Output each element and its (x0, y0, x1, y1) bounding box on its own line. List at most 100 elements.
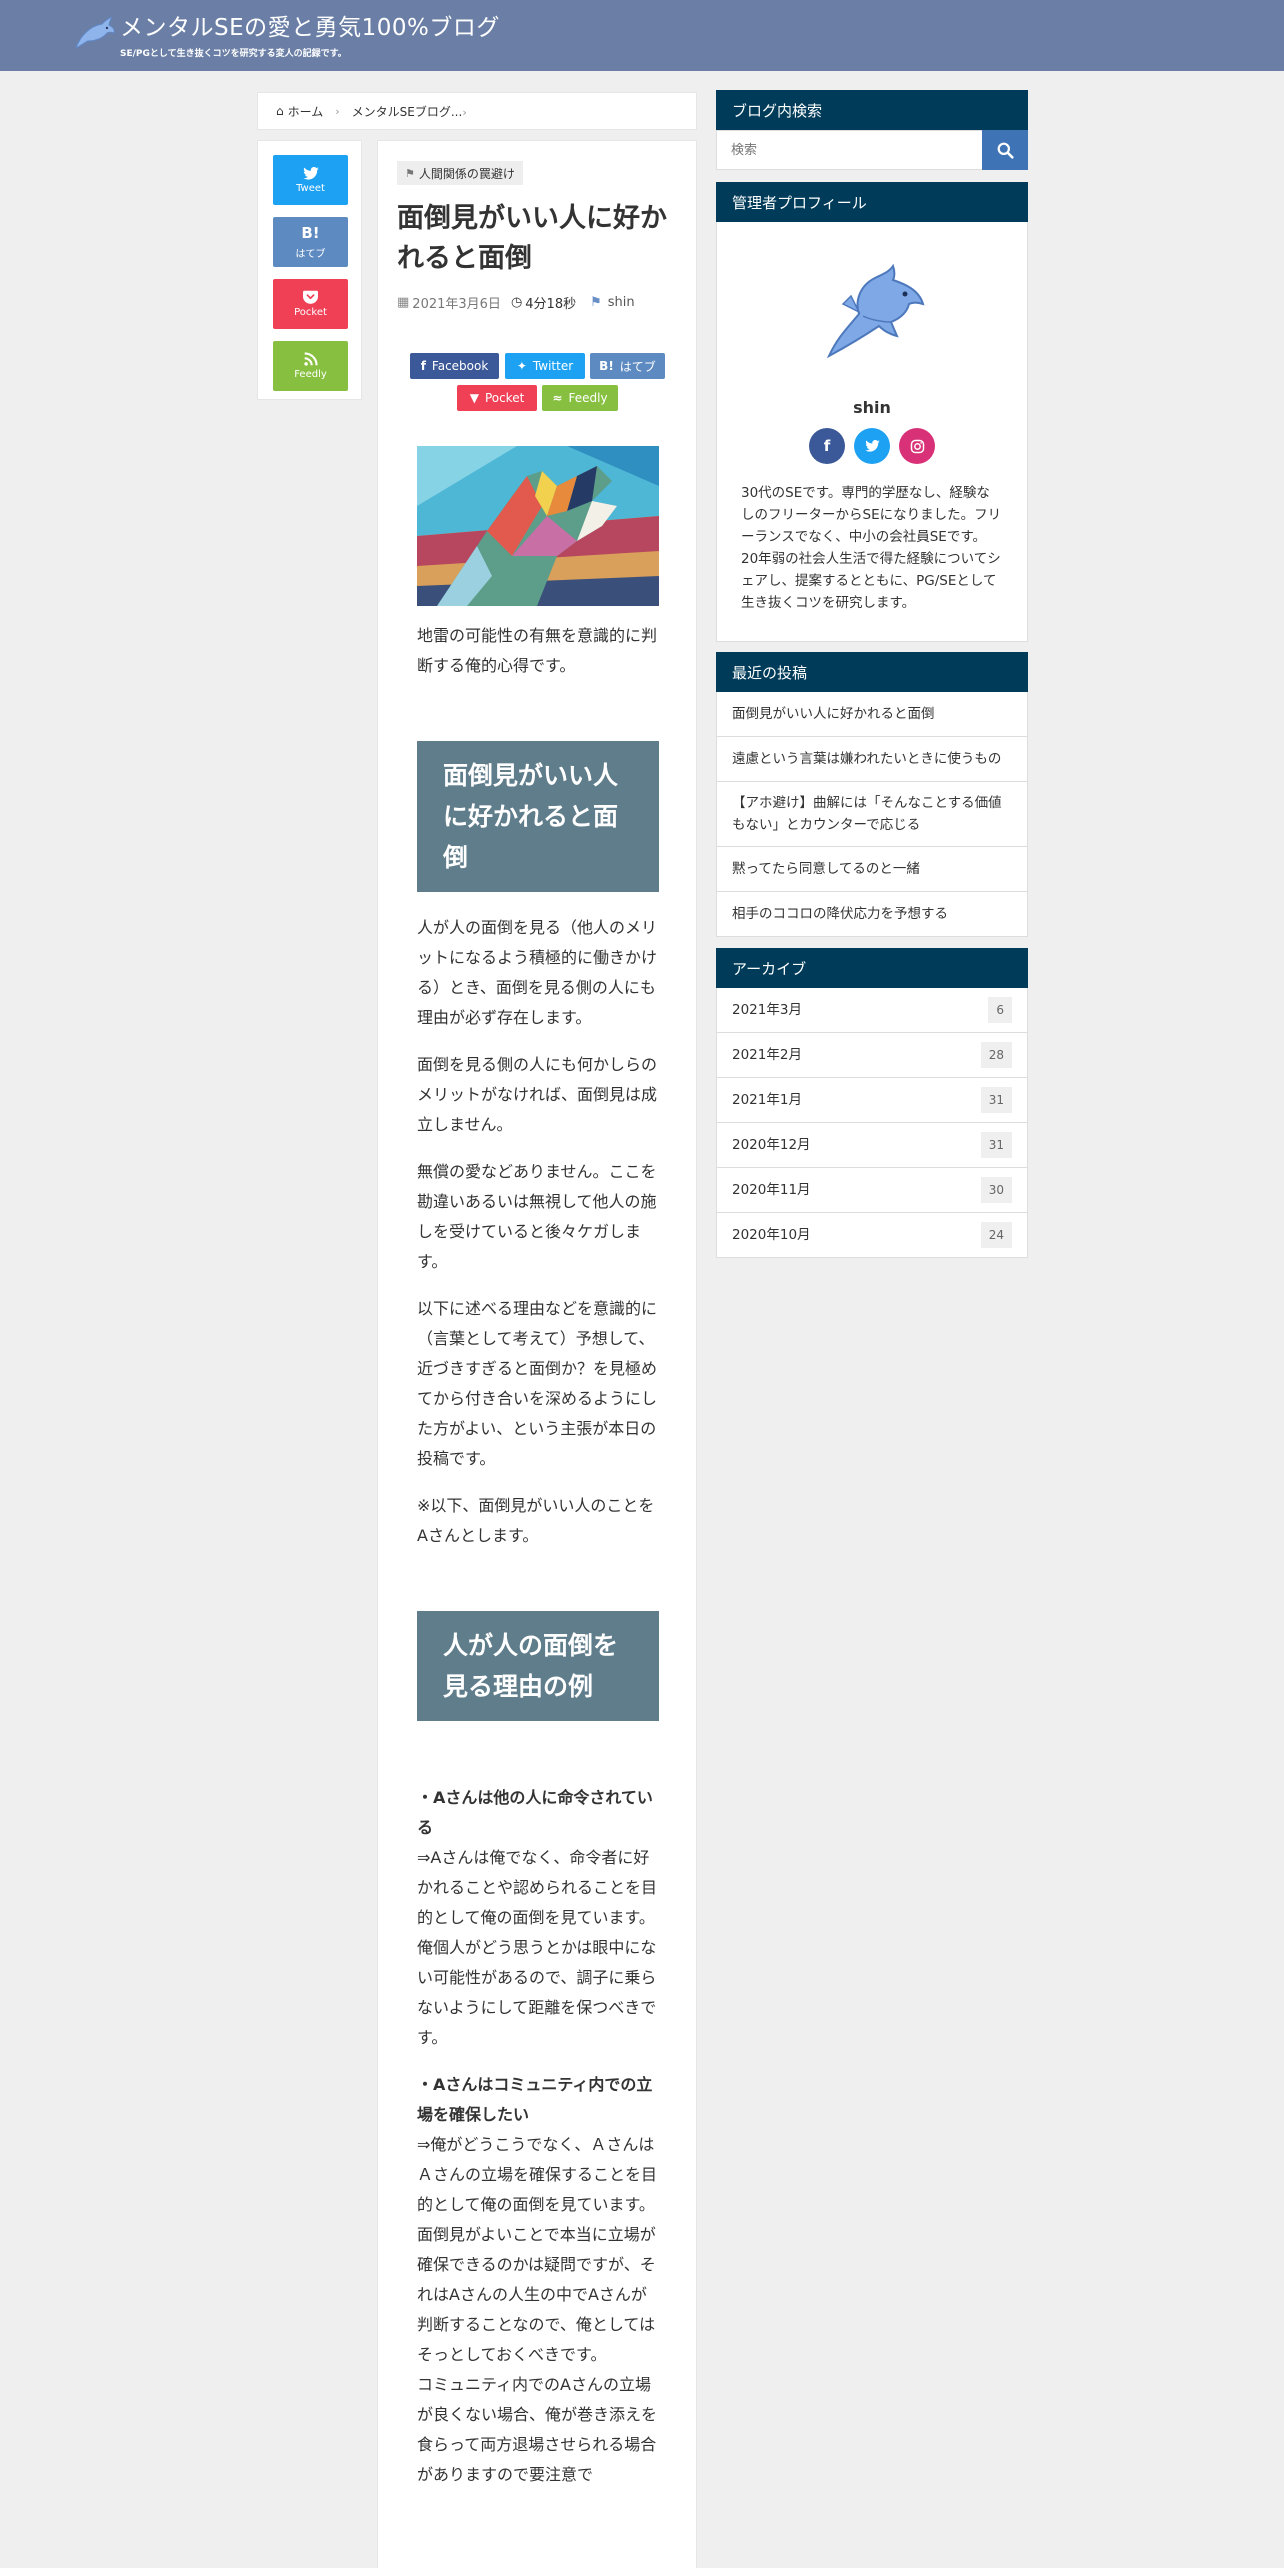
tweet-label: Tweet (296, 182, 325, 194)
search-widget: ブログ内検索 (716, 90, 1028, 172)
recent-post-item[interactable]: 面倒見がいい人に好かれると面倒 (717, 692, 1027, 737)
archive-item[interactable]: 2021年3月 6 (717, 988, 1027, 1033)
reason-text: 俺個人がどう思うとかは眼中にない可能性があるので、調子に乗らないようにして距離を… (417, 1938, 657, 2047)
archive-count: 6 (988, 997, 1012, 1023)
search-input[interactable] (717, 131, 982, 169)
archive-count: 28 (980, 1042, 1012, 1068)
twitter-link[interactable] (854, 428, 890, 464)
site-logo[interactable]: メンタルSEの愛と勇気100%ブログ SE/PGとして生き抜くコツを研究する変人… (72, 14, 500, 59)
breadcrumb-current: メンタルSEブログ...› (351, 104, 467, 119)
archive-label: 2021年2月 (732, 1047, 802, 1063)
twitter-icon: ✦ (516, 359, 527, 373)
recent-post-item[interactable]: 遠慮という言葉は嫌われたいときに使うもの (717, 737, 1027, 782)
share-sidebar: Tweet B! はてブ Pocket Feedly (257, 140, 362, 400)
pocket-label: Pocket (294, 307, 327, 318)
facebook-icon: f (823, 437, 831, 455)
recent-posts-list: 面倒見がいい人に好かれると面倒 遠慮という言葉は嫌われたいときに使うもの 【アホ… (716, 692, 1028, 937)
search-button[interactable] (982, 130, 1028, 170)
author-flag-icon: ⚑ (590, 295, 602, 310)
archive-item[interactable]: 2020年11月 30 (717, 1168, 1027, 1213)
recent-post-item[interactable]: 黙ってたら同意してるのと一緒 (717, 847, 1027, 892)
dolphin-logo-icon (75, 16, 115, 49)
breadcrumb: ⌂ ホーム › メンタルSEブログ...› (257, 92, 697, 130)
clock-icon: ◷ (510, 295, 523, 310)
pocket-icon (303, 290, 318, 304)
profile-name: shin (853, 398, 891, 417)
article: ⚑ 人間関係の罠避け 面倒見がいい人に好かれると面倒 ▦ 2021年3月6日 ◷ 4… (377, 140, 697, 2568)
hatebu-icon: B! (301, 224, 320, 242)
article-title: 面倒見がいい人に好かれると面倒 (397, 203, 667, 274)
reason-text: ⇒俺がどうこうでなく、ＡさんはＡさんの立場を確保することを目的として俺の面倒を見… (417, 2135, 658, 2214)
paragraph: 面倒を見る側の人にも何かしらのメリットがなければ、面倒見は成立しません。 (417, 1055, 658, 1134)
recent-post-item[interactable]: 相手のココロの降伏応力を予想する (717, 892, 1027, 937)
article-body-1: 人が人の面倒を見る（他人のメリットになるよう積極的に働きかける）とき、面倒を見る… (417, 913, 662, 1568)
archive-item[interactable]: 2021年1月 31 (717, 1078, 1027, 1123)
feedly-label: Feedly (294, 369, 327, 380)
home-icon: ⌂ (276, 104, 284, 118)
hatebu-icon: B! (599, 359, 614, 373)
article-meta: ▦ 2021年3月6日 ◷ 4分18秒 ⚑ shin (397, 293, 687, 312)
section-heading-1: 面倒見がいい人に好かれると面倒 (417, 741, 659, 892)
twitter-share-button[interactable]: ✦ Twitter (505, 353, 585, 379)
reason-text: ⇒Aさんは俺でなく、命令者に好かれることや認められることを目的として俺の面倒を見… (417, 1848, 658, 1927)
archive-item[interactable]: 2020年12月 31 (717, 1123, 1027, 1168)
hatebu-share-button[interactable]: B! はてブ (590, 353, 665, 379)
archive-count: 30 (980, 1177, 1012, 1203)
instagram-link[interactable] (899, 428, 935, 464)
reason-1: ・Aさんは他の人に命令されている ⇒Aさんは俺でなく、命令者に好かれることや認め… (417, 1783, 662, 2053)
twitter-icon (302, 166, 319, 180)
hatebu-button[interactable]: B! はてブ (273, 217, 348, 267)
calendar-icon: ▦ (397, 295, 410, 310)
eyecatch-image (417, 446, 659, 606)
rss-icon: ≈ (552, 391, 563, 405)
section-heading-2: 人が人の面倒を見る理由の例 (417, 1611, 659, 1721)
archive-widget: アーカイブ 2021年3月 6 2021年2月 28 2021年1月 31 2020年… (716, 948, 1028, 1258)
read-time: ◷ 4分18秒 (510, 295, 577, 312)
tag-icon: ⚑ (405, 166, 415, 180)
feedly-button[interactable]: Feedly (273, 341, 348, 391)
reason-text: コミュニティ内でのAさんの立場が良くない場合、俺が巻き添えを食らって両方退場させ… (417, 2375, 658, 2484)
archive-count: 31 (980, 1087, 1012, 1113)
recent-post-item[interactable]: 【アホ避け】曲解には「そんなことする価値もない」とカウンターで応じる (717, 782, 1027, 847)
breadcrumb-separator: › (335, 104, 340, 118)
breadcrumb-home[interactable]: ホーム (288, 103, 324, 120)
feedly-share-button[interactable]: ≈ Feedly (542, 385, 618, 411)
archive-count: 31 (980, 1132, 1012, 1158)
reason-title: ・Aさんはコミュニティ内での立場を確保したい (417, 2075, 653, 2124)
site-title: メンタルSEの愛と勇気100%ブログ (120, 15, 500, 41)
paragraph: 無償の愛などありません。ここを勘違いあるいは無視して他人の施しを受けていると後々… (417, 1162, 657, 1271)
archive-item[interactable]: 2020年10月 24 (717, 1213, 1027, 1258)
twitter-icon (864, 440, 880, 452)
recent-posts-widget: 最近の投稿 面倒見がいい人に好かれると面倒 遠慮という言葉は嫌われたいときに使う… (716, 652, 1028, 937)
lead-text: 地雷の可能性の有無を意識的に判断する俺的心得です。 (417, 626, 658, 675)
category-text: 人間関係の罠避け (418, 166, 515, 181)
reason-2: ・Aさんはコミュニティ内での立場を確保したい ⇒俺がどうこうでなく、ＡさんはＡさ… (417, 2070, 662, 2490)
rss-icon (303, 352, 318, 366)
reason-title: ・Aさんは他の人に命令されている (417, 1788, 653, 1837)
author-name[interactable]: shin (608, 295, 635, 310)
search-form (716, 130, 1028, 170)
tweet-button[interactable]: Tweet (273, 155, 348, 205)
profile-social-links: f (717, 428, 1027, 464)
profile-widget-title: 管理者プロフィール (716, 182, 1028, 222)
facebook-share-button[interactable]: f Facebook (410, 353, 499, 379)
archive-label: 2020年12月 (732, 1137, 811, 1153)
pocket-button[interactable]: Pocket (273, 279, 348, 329)
archive-label: 2020年11月 (732, 1182, 811, 1198)
facebook-icon: f (420, 359, 426, 373)
pocket-share-button[interactable]: ▼ Pocket (457, 385, 537, 411)
archive-label: 2021年3月 (732, 1002, 802, 1018)
profile-box: shin f 30代のSEです。専門的学歴なし、経験なしのフリーターからSEにな… (716, 222, 1028, 642)
site-header: メンタルSEの愛と勇気100%ブログ SE/PGとして生き抜くコツを研究する変人… (0, 0, 1284, 71)
instagram-icon (910, 439, 924, 453)
facebook-link[interactable]: f (809, 428, 845, 464)
pocket-icon: ▼ (469, 391, 479, 405)
recent-posts-title: 最近の投稿 (716, 652, 1028, 692)
archive-title: アーカイブ (716, 948, 1028, 988)
paragraph: 以下に述べる理由などを意識的に（言葉として考えて）予想して、近づきすぎると面倒か… (417, 1299, 658, 1468)
paragraph: 人が人の面倒を見る（他人のメリットになるよう積極的に働きかける）とき、面倒を見る… (417, 918, 658, 1027)
archive-count: 24 (980, 1222, 1012, 1248)
category-label[interactable]: ⚑ 人間関係の罠避け (397, 161, 523, 185)
archive-item[interactable]: 2021年2月 28 (717, 1033, 1027, 1078)
search-widget-title: ブログ内検索 (716, 90, 1028, 130)
